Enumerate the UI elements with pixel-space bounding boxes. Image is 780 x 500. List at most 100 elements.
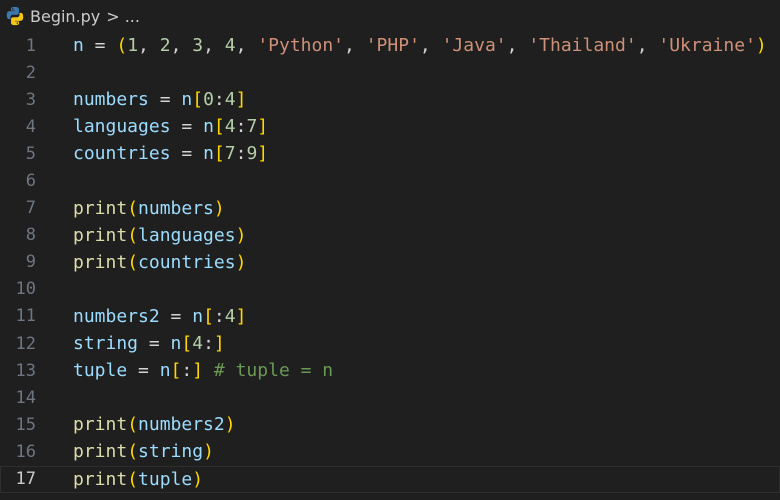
code-token: print — [73, 468, 128, 490]
code-line[interactable]: 1n = (1, 2, 3, 4, 'Python', 'PHP', 'Java… — [0, 32, 780, 59]
code-token: = — [127, 360, 160, 382]
code-line[interactable]: 8 print(languages) — [0, 222, 780, 249]
code-line[interactable]: 4 languages = n[4:7] — [0, 113, 780, 140]
line-number: 13 — [15, 360, 36, 381]
code-area[interactable]: 1n = (1, 2, 3, 4, 'Python', 'PHP', 'Java… — [0, 32, 780, 493]
code-token: numbers2 — [138, 414, 225, 436]
line-source[interactable]: tuple = n[:] # tuple = n — [73, 360, 333, 381]
code-token: ] — [257, 143, 269, 165]
code-token: : — [213, 89, 225, 111]
code-token: , — [344, 35, 366, 57]
line-source[interactable]: n = (1, 2, 3, 4, 'Python', 'PHP', 'Java'… — [73, 35, 767, 56]
code-line[interactable]: 13 tuple = n[:] # tuple = n — [0, 357, 780, 384]
code-token: ) — [235, 251, 247, 273]
line-source[interactable]: print(languages) — [73, 225, 246, 246]
code-token: 3 — [192, 35, 204, 57]
line-number: 1 — [25, 35, 36, 56]
line-source[interactable]: print(string) — [73, 441, 214, 462]
code-token: 7 — [246, 116, 258, 138]
line-source[interactable]: print(numbers) — [73, 198, 225, 219]
code-token: : — [213, 305, 225, 327]
code-line[interactable]: 16 print(string) — [0, 438, 780, 465]
line-source[interactable]: print(tuple) — [73, 469, 203, 490]
code-token: 4 — [224, 35, 236, 57]
code-token: [ — [213, 143, 225, 165]
code-token: 0 — [203, 89, 214, 111]
code-token: , — [170, 35, 193, 57]
code-token: ) — [213, 197, 225, 219]
code-token: ( — [127, 251, 139, 273]
code-token: 4 — [224, 305, 236, 327]
line-number: 3 — [25, 89, 36, 110]
line-number: 9 — [25, 252, 36, 273]
code-line[interactable]: 12 string = n[4:] — [0, 330, 780, 357]
code-token: [ — [192, 89, 204, 111]
line-number: 10 — [15, 279, 36, 300]
code-token: 4 — [224, 89, 236, 111]
code-editor[interactable]: Begin.py > ... 1n = (1, 2, 3, 4, 'Python… — [0, 0, 780, 500]
code-token: languages — [138, 224, 236, 246]
code-token: print — [73, 197, 128, 219]
code-token: [ — [203, 305, 214, 327]
line-source[interactable]: languages = n[4:7] — [73, 116, 268, 137]
line-number: 5 — [25, 143, 36, 164]
code-line[interactable]: 11 numbers2 = n[:4] — [0, 303, 780, 330]
code-line[interactable]: 2 — [0, 59, 780, 86]
code-token: , — [636, 35, 659, 57]
code-line[interactable]: 6 — [0, 167, 780, 194]
code-token: = — [83, 35, 117, 57]
code-token: # tuple = n — [213, 360, 334, 382]
code-token: countries — [138, 251, 236, 273]
code-token: , — [203, 35, 225, 57]
code-token: n — [73, 35, 84, 57]
code-token: n — [203, 116, 214, 138]
code-line[interactable]: 7 print(numbers) — [0, 195, 780, 222]
code-token: : — [181, 360, 193, 382]
line-number: 2 — [25, 62, 36, 83]
code-token: ( — [127, 441, 139, 463]
code-token: n — [181, 89, 193, 111]
code-token: , — [138, 35, 160, 57]
line-source[interactable]: string = n[4:] — [73, 333, 225, 354]
line-source[interactable]: countries = n[7:9] — [73, 143, 268, 164]
code-token: ] — [257, 116, 269, 138]
code-token: ] — [192, 360, 204, 382]
code-token: = — [170, 116, 204, 138]
code-token: 9 — [246, 143, 258, 165]
line-source[interactable]: numbers = n[0:4] — [73, 89, 246, 110]
line-source[interactable]: print(countries) — [73, 252, 246, 273]
code-token: countries — [73, 143, 171, 165]
chevron-right-icon: > — [106, 6, 120, 26]
code-line[interactable]: 5 countries = n[7:9] — [0, 140, 780, 167]
code-line[interactable]: 17 print(tuple) — [0, 465, 780, 493]
code-token: tuple — [138, 468, 193, 490]
code-token: languages — [73, 116, 171, 138]
code-token: ) — [224, 414, 236, 436]
code-token: ( — [127, 197, 139, 219]
code-line[interactable]: 3 numbers = n[0:4] — [0, 86, 780, 113]
line-number: 8 — [25, 225, 36, 246]
code-line[interactable]: 10 — [0, 276, 780, 303]
code-token: string — [73, 333, 139, 355]
code-token: = — [159, 305, 193, 327]
code-token: n — [192, 305, 204, 327]
code-token: 1 — [127, 35, 139, 57]
code-token: ) — [235, 224, 247, 246]
code-token: 'Python' — [257, 35, 345, 57]
code-token: ( — [116, 35, 128, 57]
code-token: ( — [127, 414, 139, 436]
code-token: tuple — [73, 360, 128, 382]
line-number: 6 — [25, 171, 36, 192]
breadcrumb-file[interactable]: Begin.py — [30, 7, 100, 26]
code-token: ] — [235, 305, 247, 327]
line-source[interactable]: print(numbers2) — [73, 414, 236, 435]
code-line[interactable]: 14 — [0, 384, 780, 411]
breadcrumb-more[interactable]: ... — [125, 7, 140, 26]
code-token: print — [73, 414, 128, 436]
code-line[interactable]: 9 print(countries) — [0, 249, 780, 276]
line-number: 14 — [15, 387, 36, 408]
code-token: 2 — [159, 35, 171, 57]
line-source[interactable]: numbers2 = n[:4] — [73, 306, 246, 327]
code-line[interactable]: 15 print(numbers2) — [0, 411, 780, 438]
